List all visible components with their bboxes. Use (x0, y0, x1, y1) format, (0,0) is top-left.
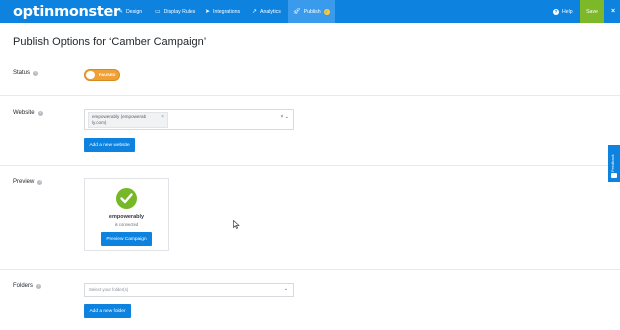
preview-label-group: Preview ? (13, 179, 43, 185)
folders-label-group: Folders ? (13, 283, 42, 289)
preview-label: Preview (13, 179, 35, 185)
toggle-knob (86, 71, 95, 79)
pencil-icon: ✎ (118, 8, 124, 15)
page-title: Publish Options for ‘Camber Campaign’ (13, 36, 207, 48)
folders-placeholder: Select your folder(s) (89, 287, 129, 292)
rocket-icon: 🚀︎ (293, 8, 301, 15)
preview-card: empowerably is connected Preview Campaig… (84, 178, 169, 251)
check-circle-icon (116, 188, 137, 209)
add-website-button[interactable]: Add a new website (84, 138, 135, 152)
help-link[interactable]: ? Help (553, 0, 573, 23)
website-label-group: Website ? (13, 110, 43, 116)
message-icon (611, 173, 617, 178)
help-icon[interactable]: ? (37, 110, 43, 116)
nav-analytics[interactable]: ↗ Analytics (252, 0, 281, 23)
close-icon[interactable]: × (606, 0, 620, 23)
folders-select[interactable]: Select your folder(s) ⌄ (84, 283, 294, 297)
toggle-label: PAUSED (99, 72, 116, 77)
divider (0, 95, 620, 96)
help-icon[interactable]: ? (33, 70, 39, 76)
logo-text: optinmonster (13, 3, 120, 20)
website-select[interactable]: empowerably (empowerab ly.com) × × ⌄ (84, 109, 294, 130)
remove-chip-icon[interactable]: × (161, 114, 164, 120)
help-icon[interactable]: ? (37, 179, 43, 185)
nav-design[interactable]: ✎ Design (118, 0, 142, 23)
clear-chevron-icon[interactable]: × ⌄ (281, 114, 290, 120)
feedback-tab[interactable]: Feedback (608, 145, 620, 182)
optinmonster-logo[interactable]: optinmonster (13, 2, 120, 21)
mouse-cursor-icon (233, 220, 240, 229)
question-icon: ? (553, 8, 559, 15)
nav-integrations[interactable]: ➤ Integrations (205, 0, 240, 23)
preview-campaign-button[interactable]: Preview Campaign (101, 232, 152, 246)
nav-analytics-label: Analytics (260, 8, 281, 15)
chevron-down-icon: ⌄ (283, 286, 288, 292)
divider (0, 269, 620, 270)
nav-publish[interactable]: 🚀︎ Publish ✓ (288, 0, 335, 23)
nav-publish-label: Publish (303, 8, 321, 15)
status-label-group: Status ? (13, 70, 39, 76)
folders-label: Folders (13, 283, 34, 289)
feedback-label: Feedback (610, 154, 615, 172)
publish-check-badge: ✓ (323, 8, 330, 15)
nav-design-label: Design (126, 8, 143, 15)
help-icon[interactable]: ? (36, 283, 42, 289)
monitor-icon: ▭ (155, 8, 161, 15)
add-folder-button[interactable]: Add a new folder (84, 304, 131, 318)
send-icon: ➤ (205, 8, 211, 15)
nav-display-rules-label: Display Rules (163, 8, 196, 15)
status-toggle[interactable]: PAUSED (84, 69, 120, 81)
save-button[interactable]: Save (580, 0, 604, 23)
status-label: Status (13, 70, 31, 76)
website-chip: empowerably (empowerab ly.com) × (88, 112, 168, 128)
divider (0, 165, 620, 166)
site-name: empowerably (108, 214, 145, 220)
help-label: Help (562, 8, 573, 15)
nav-integrations-label: Integrations (213, 8, 241, 15)
chart-line-icon: ↗ (252, 8, 258, 15)
nav-display-rules[interactable]: ▭ Display Rules (155, 0, 195, 23)
site-status: is connected (114, 222, 139, 227)
chip-text-line2: ly.com) (92, 120, 107, 125)
top-navbar: optinmonster ✎ Design ▭ Display Rules ➤ … (0, 0, 620, 23)
website-label: Website (13, 110, 35, 116)
